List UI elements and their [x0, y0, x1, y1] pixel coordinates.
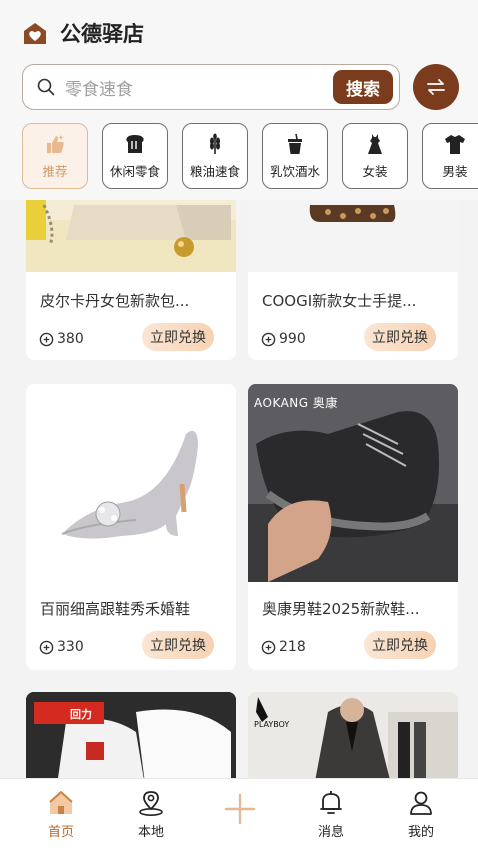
category-tab-menswear[interactable]: 男装 — [422, 123, 478, 189]
bread-icon — [126, 134, 144, 153]
points-coin-icon — [39, 332, 54, 346]
shop-house-icon — [24, 23, 46, 44]
location-pin-icon — [139, 791, 163, 816]
redeem-button[interactable]: 立即兑换 — [364, 631, 436, 659]
product-card[interactable]: PLAYBOY — [248, 692, 458, 792]
category-tab-grain-oil[interactable]: 粮油速食 — [182, 123, 248, 189]
product-name: 奥康男鞋2025新款鞋... — [262, 600, 420, 618]
product-card[interactable]: 百丽细高跟鞋秀禾婚鞋 330 立即兑换 — [26, 384, 236, 670]
wheat-icon — [210, 133, 220, 154]
product-name: COOGI新款女士手提... — [262, 292, 417, 310]
thumbs-up-icon — [47, 134, 64, 153]
search-button[interactable]: 搜索 — [333, 70, 393, 104]
switch-button[interactable] — [413, 64, 459, 110]
tab-label: 我的 — [407, 825, 434, 840]
tab-local[interactable]: 本地 — [121, 789, 181, 840]
tab-mine[interactable]: 我的 — [391, 789, 451, 840]
points-coin-icon — [39, 640, 54, 654]
category-label: 女装 — [362, 163, 388, 179]
product-image: PLAYBOY — [248, 692, 458, 792]
points-coin-icon — [261, 640, 276, 654]
category-tab-recommend[interactable]: 推荐 — [22, 123, 88, 189]
home-icon — [49, 791, 73, 814]
dress-icon — [368, 133, 382, 154]
category-label: 乳饮酒水 — [269, 163, 320, 179]
swap-arrows-icon — [427, 79, 445, 95]
product-points-value: 218 — [279, 639, 306, 655]
tab-messages[interactable]: 消息 — [301, 789, 361, 840]
bell-icon — [320, 791, 342, 814]
product-name: 百丽细高跟鞋秀禾婚鞋 — [40, 600, 191, 618]
bottom-tab-bar: 首页 本地 消息 我的 — [0, 778, 478, 850]
category-tab-womenswear[interactable]: 女装 — [342, 123, 408, 189]
drink-cup-icon — [288, 133, 302, 154]
category-label: 休闲零食 — [109, 163, 160, 179]
redeem-button[interactable]: 立即兑换 — [364, 323, 436, 351]
category-label: 男装 — [442, 163, 468, 179]
add-plus-icon[interactable] — [222, 791, 258, 827]
tab-label: 消息 — [317, 825, 344, 840]
product-image: AOKANG 奥康 — [248, 384, 458, 582]
product-points-value: 380 — [57, 331, 84, 347]
category-label: 推荐 — [42, 163, 68, 179]
points-coin-icon — [261, 332, 276, 346]
brand-logo-playboy: PLAYBOY — [254, 720, 290, 729]
brand: 公德驿店 — [22, 18, 144, 48]
search-bar[interactable]: 零食速食 搜索 — [22, 64, 400, 110]
product-image — [26, 384, 236, 582]
product-name: 皮尔卡丹女包新款包... — [40, 292, 190, 310]
product-points: 330 — [39, 639, 84, 655]
tab-label: 首页 — [47, 825, 74, 840]
search-icon — [37, 78, 55, 96]
redeem-button[interactable]: 立即兑换 — [142, 323, 214, 351]
category-bar: 推荐 休闲零食 粮油速食 乳饮酒水 女装 男装 — [22, 123, 478, 191]
brand-logo-aokang: AOKANG 奥康 — [254, 396, 338, 410]
brand-logo-warrior: 回力 — [70, 708, 92, 721]
tab-label: 本地 — [137, 825, 164, 840]
product-card[interactable]: AOKANG 奥康 奥康男鞋2025新款鞋... 218 立即兑换 — [248, 384, 458, 670]
user-profile-icon — [410, 791, 432, 815]
redeem-button[interactable]: 立即兑换 — [142, 631, 214, 659]
tab-home[interactable]: 首页 — [31, 789, 91, 840]
category-tab-snacks[interactable]: 休闲零食 — [102, 123, 168, 189]
category-tab-drinks[interactable]: 乳饮酒水 — [262, 123, 328, 189]
product-image: 回力 — [26, 692, 236, 792]
app-title: 公德驿店 — [60, 22, 144, 46]
product-points: 990 — [261, 331, 306, 347]
product-points-value: 990 — [279, 331, 306, 347]
shirt-icon — [445, 134, 465, 154]
product-points: 218 — [261, 639, 306, 655]
app-screen: 皮尔卡丹女包新款包... 380 立即兑换 COOGI新款女士手提... 990 — [0, 0, 478, 850]
top-header: 公德驿店 零食速食 搜索 推荐 休闲零食 粮油速食 乳饮酒水 女装 男装 — [0, 0, 478, 200]
category-label: 粮油速食 — [189, 163, 240, 179]
product-points-value: 330 — [57, 639, 84, 655]
search-input[interactable]: 零食速食 — [65, 75, 333, 100]
product-card[interactable]: 回力 — [26, 692, 236, 792]
product-points: 380 — [39, 331, 84, 347]
